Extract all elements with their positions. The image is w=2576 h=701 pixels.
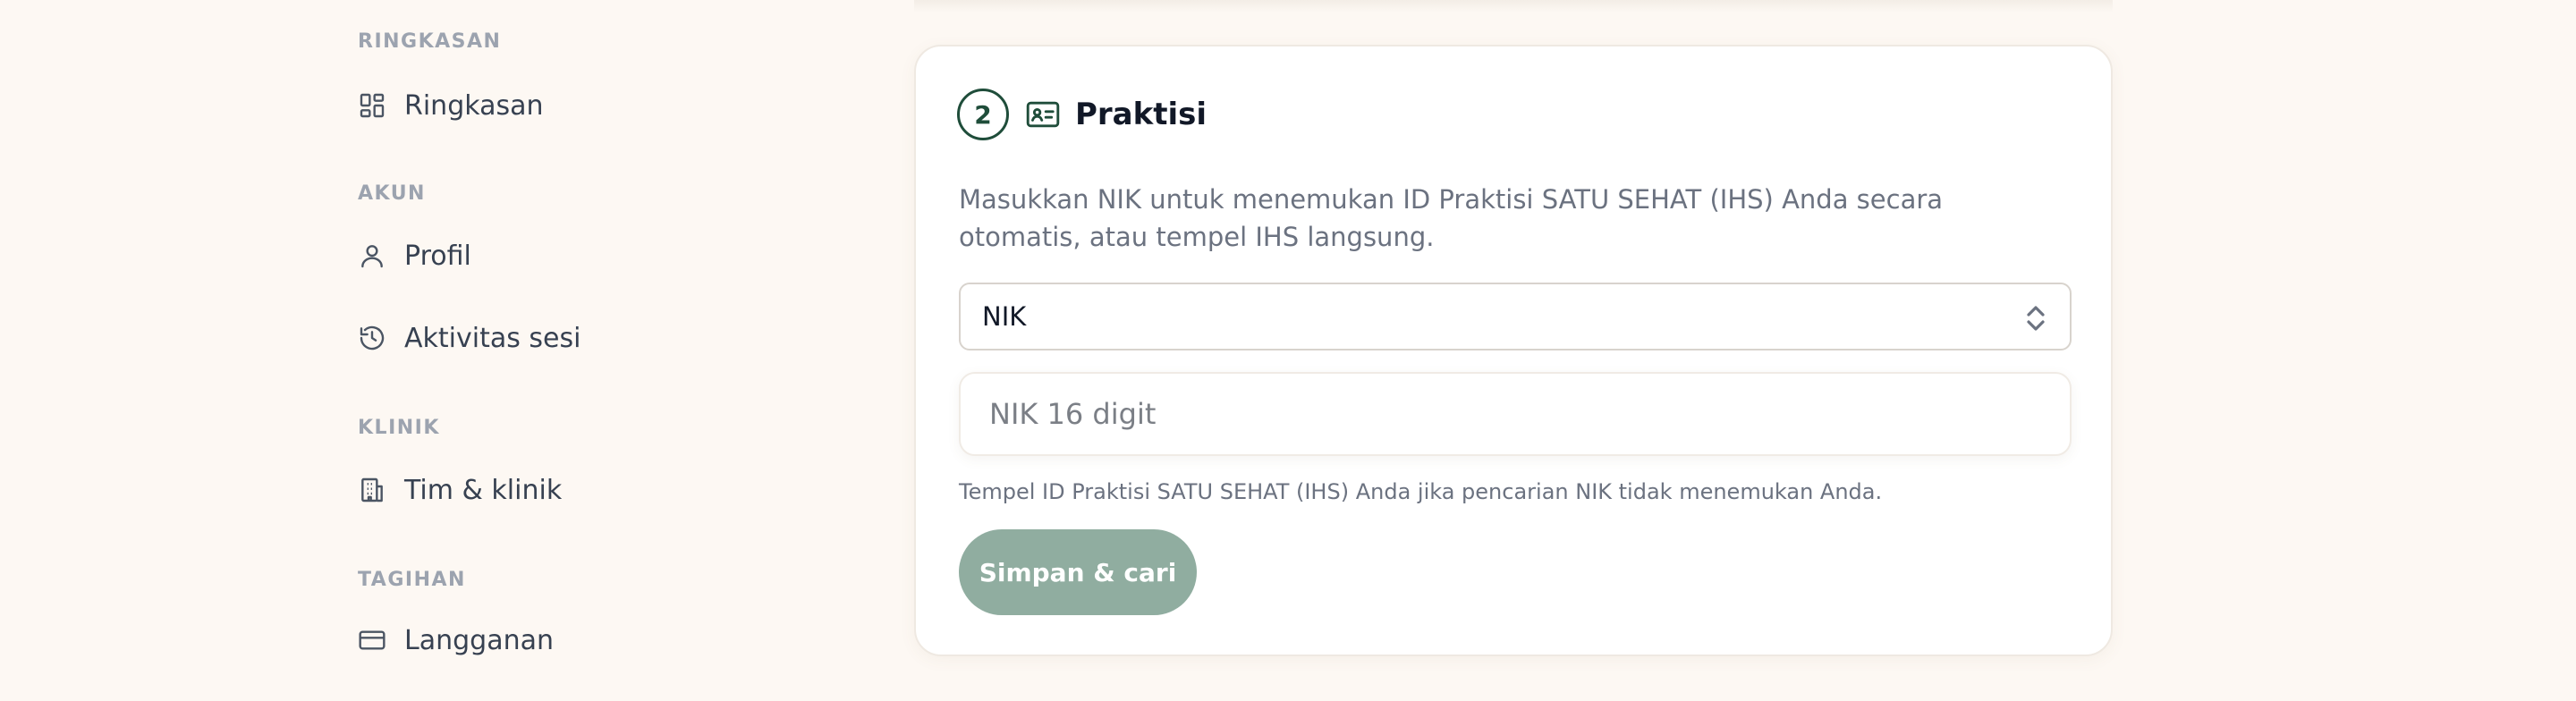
- building-icon: [361, 477, 383, 503]
- chevron-up-down-icon: [2027, 306, 2045, 331]
- sidebar-item-aktivitas-sesi[interactable]: Aktivitas sesi: [358, 313, 805, 363]
- card-description: Masukkan NIK untuk menemukan ID Praktisi…: [959, 184, 1944, 252]
- sidebar-item-langganan[interactable]: Langganan: [358, 615, 805, 665]
- id-card-icon: [1025, 97, 1061, 132]
- lookup-type-select[interactable]: NIK: [959, 283, 2072, 350]
- dashboard-icon: [360, 93, 385, 118]
- hint-text: Tempel ID Praktisi SATU SEHAT (IHS) Anda…: [959, 479, 1883, 504]
- section-label-akun: AKUN: [358, 182, 426, 205]
- sidebar-item-label: Profil: [404, 240, 471, 272]
- section-label-klinik: KLINIK: [358, 417, 440, 439]
- user-icon: [361, 245, 383, 268]
- nik-input[interactable]: [959, 372, 2072, 456]
- sidebar-item-ringkasan[interactable]: Ringkasan: [358, 80, 805, 131]
- select-value: NIK: [982, 301, 1027, 332]
- sidebar-item-profil[interactable]: Profil: [358, 231, 805, 281]
- credit-card-icon: [359, 630, 386, 650]
- save-search-button[interactable]: Simpan & cari: [959, 529, 1197, 615]
- history-icon: [360, 325, 385, 350]
- sidebar-item-tim-klinik[interactable]: Tim & klinik: [358, 465, 805, 515]
- card-header: 2 Praktisi: [957, 88, 1207, 141]
- sidebar-item-label: Langganan: [404, 624, 554, 656]
- sidebar-item-label: Aktivitas sesi: [404, 322, 581, 354]
- previous-card-edge: [914, 0, 2113, 13]
- sidebar-item-label: Tim & klinik: [404, 474, 563, 506]
- praktisi-card: 2 Praktisi Masukkan NIK untuk menemukan …: [914, 45, 2113, 656]
- sidebar: RINGKASAN Ringkasan AKUN Profil Aktivita…: [358, 0, 859, 701]
- step-badge: 2: [957, 89, 1009, 140]
- section-label-tagihan: TAGIHAN: [358, 569, 466, 591]
- sidebar-item-label: Ringkasan: [404, 89, 544, 122]
- section-label-ringkasan: RINGKASAN: [358, 30, 502, 53]
- card-title: Praktisi: [1075, 97, 1208, 132]
